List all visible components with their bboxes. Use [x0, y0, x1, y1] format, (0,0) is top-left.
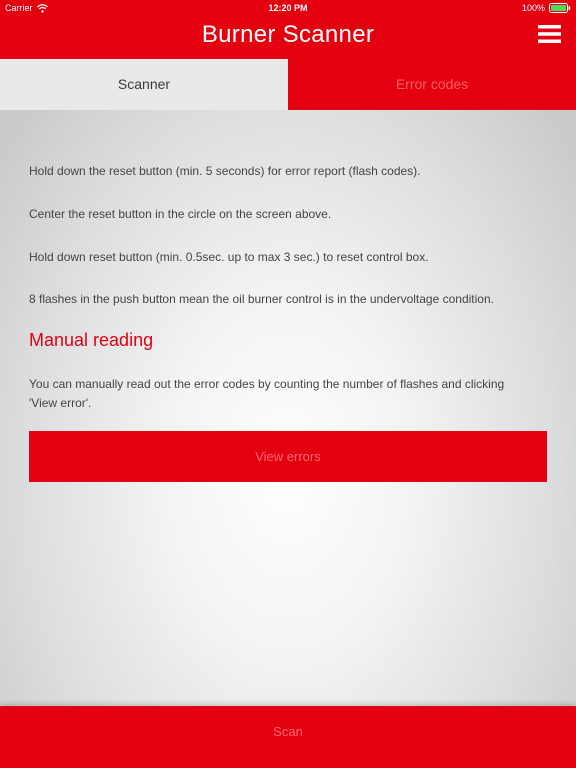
tab-bar: Scanner Error codes — [0, 59, 576, 110]
bottom-bar: Scan — [0, 706, 576, 768]
status-time: 12:20 PM — [268, 3, 308, 13]
manual-reading-heading: Manual reading — [29, 330, 154, 350]
app-header: Burner Scanner — [0, 17, 576, 59]
instruction-text: Hold down the reset button (min. 5 secon… — [29, 164, 421, 178]
instruction-text: Hold down reset button (min. 0.5sec. up … — [29, 250, 429, 264]
tab-scanner[interactable]: Scanner — [0, 59, 288, 110]
tab-error-codes[interactable]: Error codes — [288, 59, 576, 110]
view-errors-button[interactable]: View errors — [29, 431, 547, 482]
battery-icon — [549, 3, 571, 13]
status-bar: Carrier 12:20 PM 100% — [0, 0, 576, 17]
page-title: Burner Scanner — [201, 21, 375, 48]
scan-button[interactable]: Scan — [0, 706, 576, 768]
instruction-text: Center the reset button in the circle on… — [29, 207, 332, 221]
manual-reading-text: You can manually read out the error code… — [29, 377, 505, 410]
battery-percent: 100% — [521, 3, 545, 13]
status-right: 100% — [522, 3, 571, 13]
instruction-text: 8 flashes in the push button mean the oi… — [29, 292, 494, 306]
hamburger-menu-icon[interactable] — [538, 24, 561, 44]
